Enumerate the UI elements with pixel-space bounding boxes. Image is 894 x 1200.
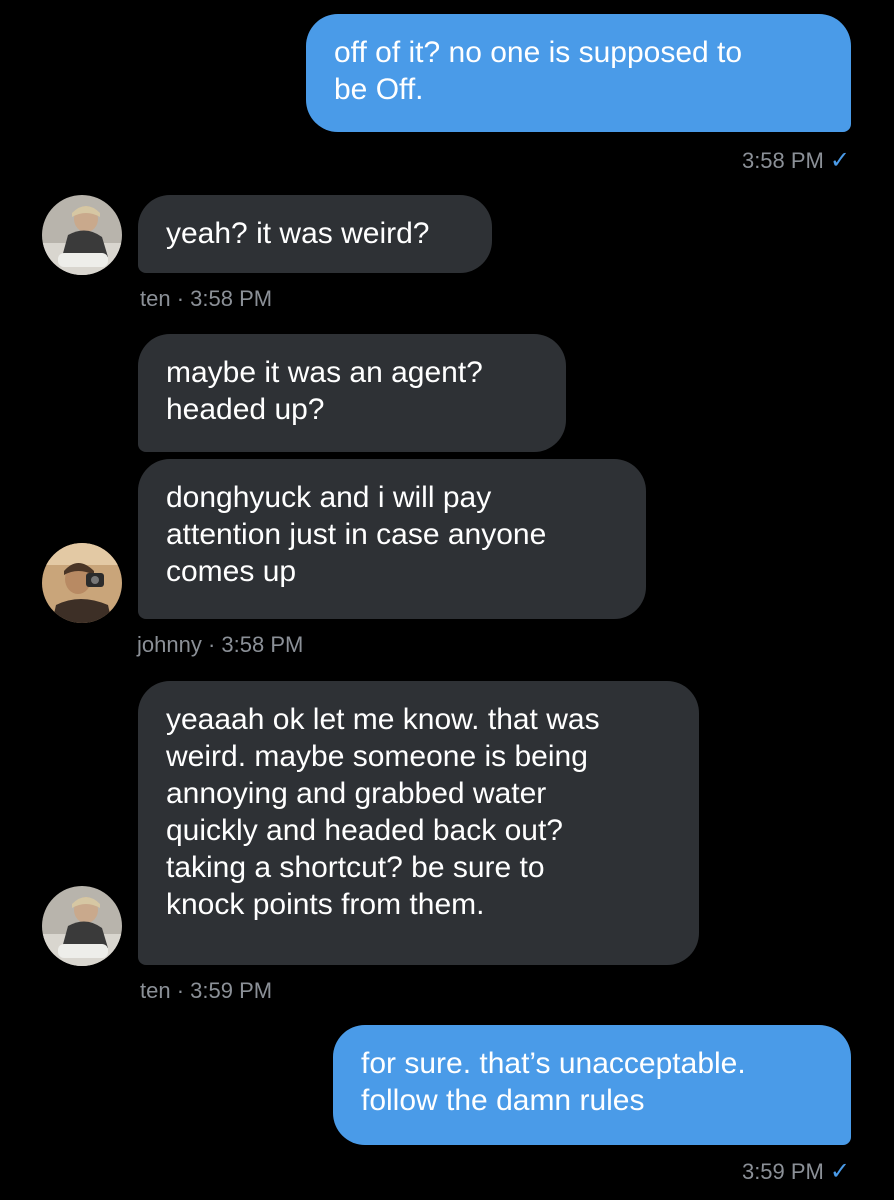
separator: · <box>176 978 185 1003</box>
message-bubble-outgoing[interactable]: off of it? no one is supposed to be Off. <box>306 14 851 132</box>
message-timestamp: 3:59 PM ✓ <box>742 1157 850 1186</box>
message-meta: johnny · 3:58 PM <box>137 632 303 658</box>
avatar-ten[interactable] <box>42 195 122 275</box>
separator: · <box>207 632 216 657</box>
message-timestamp: 3:58 PM ✓ <box>742 146 850 175</box>
sender-name: johnny <box>137 632 202 657</box>
timestamp-text: 3:58 PM <box>741 148 824 173</box>
message-bubble-incoming[interactable]: yeaaah ok let me know. that was weird. m… <box>138 681 699 965</box>
message-text: yeaaah ok let me know. that was <box>166 703 600 736</box>
message-bubble-incoming[interactable]: yeah? it was weird? <box>138 195 492 273</box>
message-text: taking a shortcut? be sure to <box>166 851 545 884</box>
message-bubble-incoming[interactable]: donghyuck and i will pay attention just … <box>138 459 646 619</box>
message-text: be Off. <box>334 73 424 106</box>
checkmark-icon: ✓ <box>829 1158 850 1185</box>
avatar-johnny[interactable] <box>42 543 122 623</box>
message-meta: ten · 3:58 PM <box>140 286 272 312</box>
message-text: yeah? it was weird? <box>166 217 430 250</box>
message-text: donghyuck and i will pay <box>166 481 492 514</box>
sender-name: ten <box>140 978 171 1003</box>
checkmark-icon: ✓ <box>829 147 850 174</box>
avatar-ten[interactable] <box>42 886 122 966</box>
message-text: follow the damn rules <box>361 1084 645 1117</box>
message-text: knock points from them. <box>166 888 485 921</box>
message-text: annoying and grabbed water <box>166 777 547 810</box>
message-text: comes up <box>166 555 297 588</box>
message-text: maybe it was an agent? <box>166 356 483 389</box>
timestamp-text: 3:58 PM <box>221 632 304 657</box>
message-bubble-incoming[interactable]: maybe it was an agent? headed up? <box>138 334 566 452</box>
timestamp-text: 3:59 PM <box>190 978 273 1003</box>
message-text: quickly and headed back out? <box>166 814 563 847</box>
timestamp-text: 3:58 PM <box>190 286 273 311</box>
sender-name: ten <box>140 286 171 311</box>
message-text: headed up? <box>166 393 325 426</box>
message-text: attention just in case anyone <box>166 518 547 551</box>
separator: · <box>176 286 185 311</box>
message-text: for sure. that’s unacceptable. <box>361 1047 746 1080</box>
message-bubble-outgoing[interactable]: for sure. that’s unacceptable. follow th… <box>333 1025 851 1145</box>
timestamp-text: 3:59 PM <box>741 1159 824 1184</box>
message-text: off of it? no one is supposed to <box>334 36 743 69</box>
message-text: weird. maybe someone is being <box>166 740 588 773</box>
message-meta: ten · 3:59 PM <box>140 978 272 1004</box>
